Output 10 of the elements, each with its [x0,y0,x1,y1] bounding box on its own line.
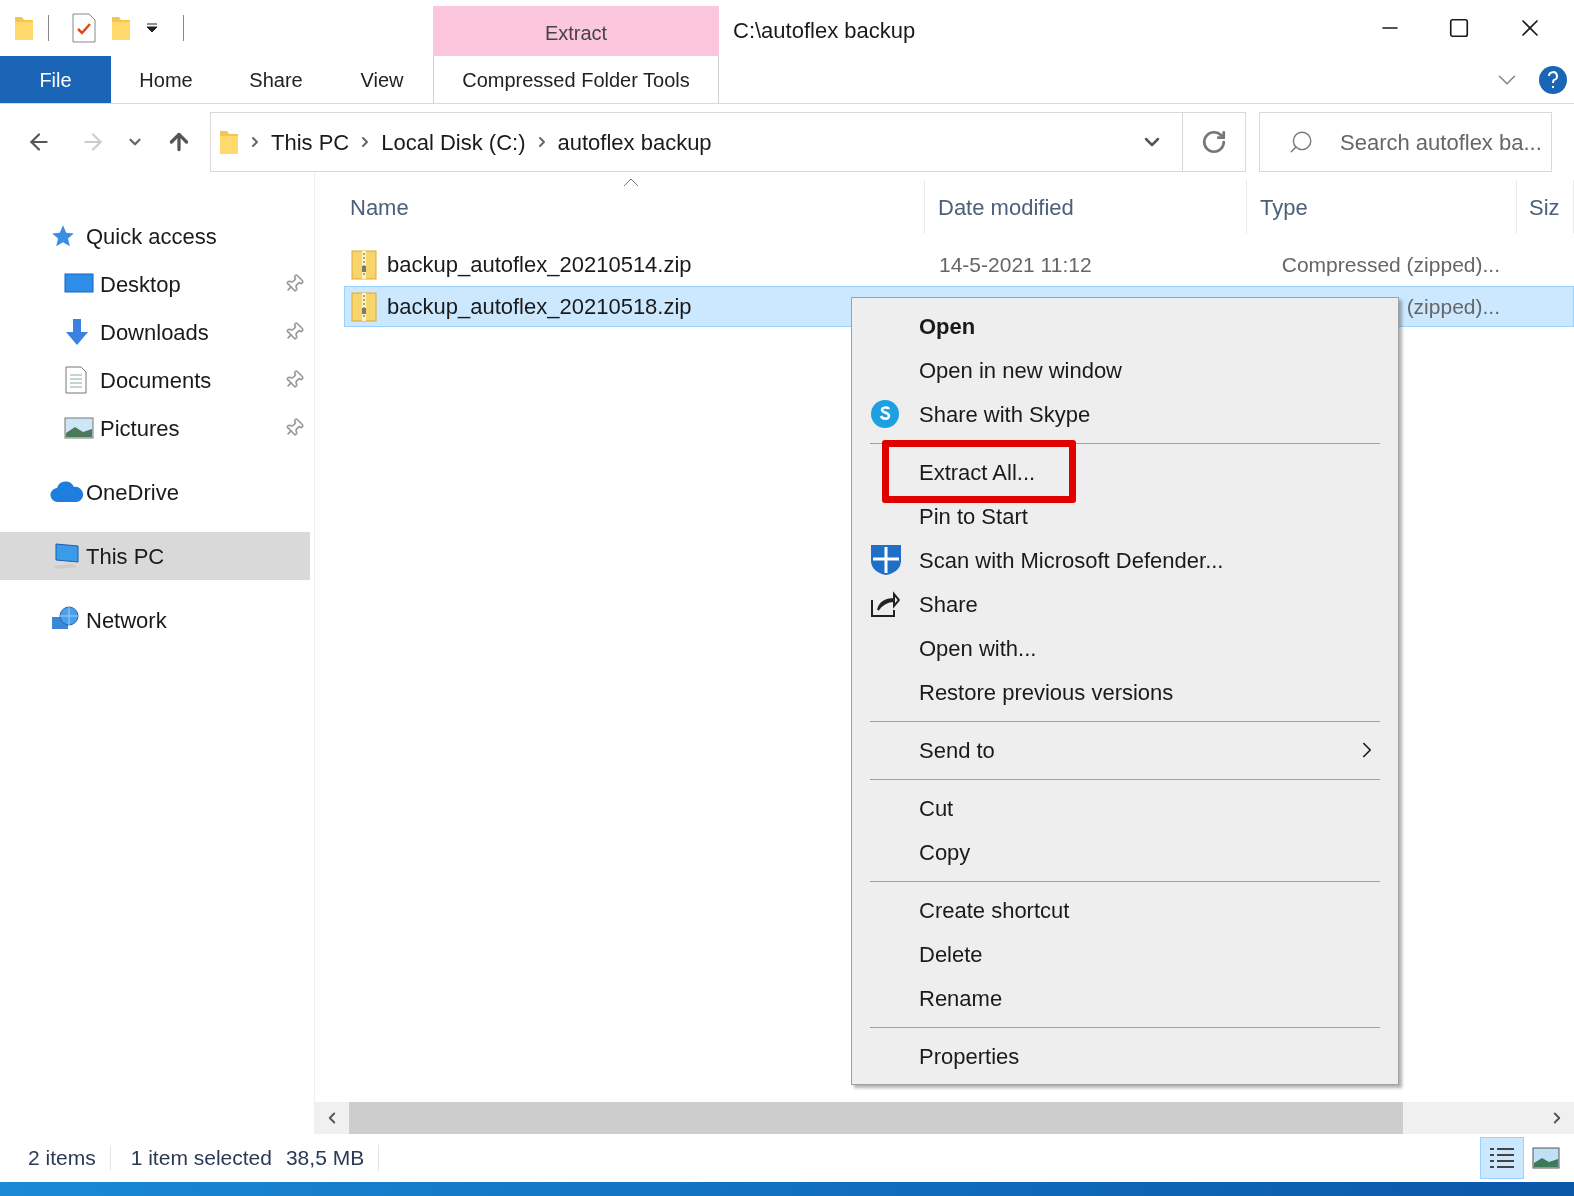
window-title: C:\autoflex backup [732,17,917,45]
file-name: backup_autoflex_20210518.zip [387,293,692,321]
type-cell-text: Compressed (zipped)... [1281,251,1500,278]
context-tab-label: Extract [433,6,719,56]
file-name: backup_autoflex_20210514.zip [387,251,692,279]
status-text: 2 items [28,1145,96,1172]
type-cell-text: (zipped)... [1406,293,1500,320]
date-cell: 14-5-2021 11:12 [939,252,1092,276]
status-text: 1 item selected [130,1145,272,1172]
status-text: 38,5 MB [285,1145,365,1172]
